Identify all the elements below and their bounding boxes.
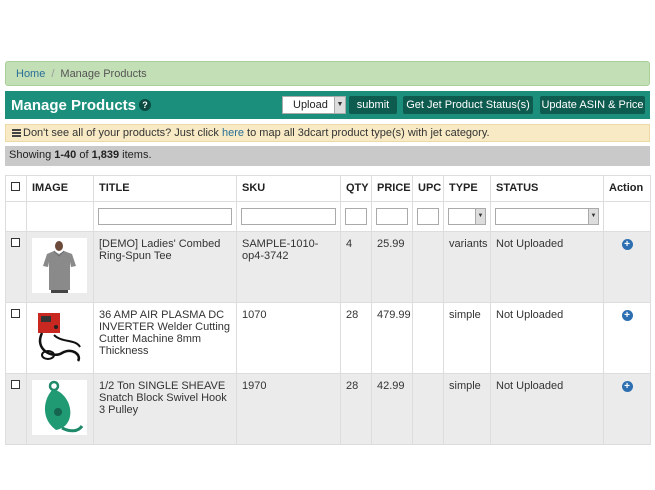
plus-circle-icon[interactable]: + <box>621 381 633 392</box>
product-type: simple <box>443 302 491 374</box>
filter-row: ▼ ▼ <box>5 201 651 232</box>
showing-items: items. <box>119 149 152 161</box>
product-sku: 1970 <box>236 373 341 445</box>
table-row: [DEMO] Ladies' Combed Ring-Spun Tee SAMP… <box>5 231 651 303</box>
product-qty: 28 <box>340 302 372 374</box>
product-sku: SAMPLE-1010-op4-3742 <box>236 231 341 303</box>
column-header[interactable]: SKU <box>236 175 341 202</box>
product-title[interactable]: 1/2 Ton SINGLE SHEAVE Snatch Block Swive… <box>93 373 237 445</box>
product-price: 42.99 <box>371 373 413 445</box>
product-type: simple <box>443 373 491 445</box>
mapping-notice: Don't see all of your products? Just cli… <box>5 124 650 142</box>
breadcrumb-separator: / <box>51 68 55 80</box>
product-title[interactable]: 36 AMP AIR PLASMA DC INVERTER Welder Cut… <box>93 302 237 374</box>
upc-filter-input[interactable] <box>417 208 439 225</box>
get-jet-status-button[interactable]: Get Jet Product Status(s) <box>403 96 533 114</box>
product-title[interactable]: [DEMO] Ladies' Combed Ring-Spun Tee <box>93 231 237 303</box>
product-upc <box>412 302 444 374</box>
status-filter-select[interactable]: ▼ <box>495 208 599 225</box>
page-header: Manage Products ? Upload ▼ submit Get Je… <box>5 91 650 119</box>
products-table: IMAGE TITLE SKU QTY PRICE UPC TYPE STATU… <box>5 175 651 445</box>
snatch-block-image <box>32 380 87 435</box>
product-price: 25.99 <box>371 231 413 303</box>
page-title: Manage Products <box>11 97 137 114</box>
breadcrumb: Home / Manage Products <box>5 61 650 86</box>
product-status: Not Uploaded <box>490 373 604 445</box>
update-asin-price-button[interactable]: Update ASIN & Price <box>540 96 645 114</box>
notice-text-post: to map all 3dcart product type(s) with j… <box>244 127 490 139</box>
select-all-cell <box>5 175 27 202</box>
sku-filter-input[interactable] <box>241 208 336 225</box>
row-checkbox[interactable] <box>11 309 20 318</box>
product-upc <box>412 231 444 303</box>
column-header[interactable]: STATUS <box>490 175 604 202</box>
product-upc <box>412 373 444 445</box>
row-checkbox[interactable] <box>11 380 20 389</box>
map-here-link[interactable]: here <box>222 127 244 139</box>
product-sku: 1070 <box>236 302 341 374</box>
list-icon <box>12 129 21 137</box>
tshirt-image <box>32 238 87 293</box>
help-icon[interactable]: ? <box>139 99 151 111</box>
breadcrumb-current: Manage Products <box>60 68 147 80</box>
chevron-down-icon: ▼ <box>475 209 485 224</box>
upload-select[interactable]: Upload ▼ <box>282 96 346 114</box>
column-header[interactable]: TYPE <box>443 175 491 202</box>
row-checkbox[interactable] <box>11 238 20 247</box>
product-qty: 28 <box>340 373 372 445</box>
breadcrumb-home-link[interactable]: Home <box>16 68 45 80</box>
showing-label: Showing <box>9 149 55 161</box>
table-row: 36 AMP AIR PLASMA DC INVERTER Welder Cut… <box>5 302 651 374</box>
upload-select-value: Upload <box>293 99 328 111</box>
product-type: variants <box>443 231 491 303</box>
welder-image <box>32 309 87 364</box>
product-status: Not Uploaded <box>490 302 604 374</box>
title-filter-input[interactable] <box>98 208 232 225</box>
column-header[interactable]: TITLE <box>93 175 237 202</box>
plus-circle-icon[interactable]: + <box>621 310 633 321</box>
showing-range: 1-40 <box>54 149 77 161</box>
column-header: Action <box>603 175 651 202</box>
price-filter-input[interactable] <box>376 208 408 225</box>
product-status: Not Uploaded <box>490 231 604 303</box>
showing-of: of <box>76 149 92 161</box>
select-all-checkbox[interactable] <box>11 182 20 191</box>
product-qty: 4 <box>340 231 372 303</box>
column-header[interactable]: QTY <box>340 175 372 202</box>
notice-text-pre: Don't see all of your products? Just cli… <box>23 127 222 139</box>
type-filter-select[interactable]: ▼ <box>448 208 486 225</box>
column-header: IMAGE <box>26 175 94 202</box>
column-header[interactable]: UPC <box>412 175 444 202</box>
qty-filter-input[interactable] <box>345 208 367 225</box>
table-header-row: IMAGE TITLE SKU QTY PRICE UPC TYPE STATU… <box>5 175 651 202</box>
showing-summary: Showing 1-40 of 1,839 items. <box>5 146 650 166</box>
chevron-down-icon: ▼ <box>334 97 345 113</box>
column-header[interactable]: PRICE <box>371 175 413 202</box>
plus-circle-icon[interactable]: + <box>621 239 633 250</box>
submit-button[interactable]: submit <box>349 96 397 114</box>
chevron-down-icon: ▼ <box>588 209 598 224</box>
showing-total: 1,839 <box>91 149 120 161</box>
table-row: 1/2 Ton SINGLE SHEAVE Snatch Block Swive… <box>5 373 651 445</box>
product-price: 479.99 <box>371 302 413 374</box>
